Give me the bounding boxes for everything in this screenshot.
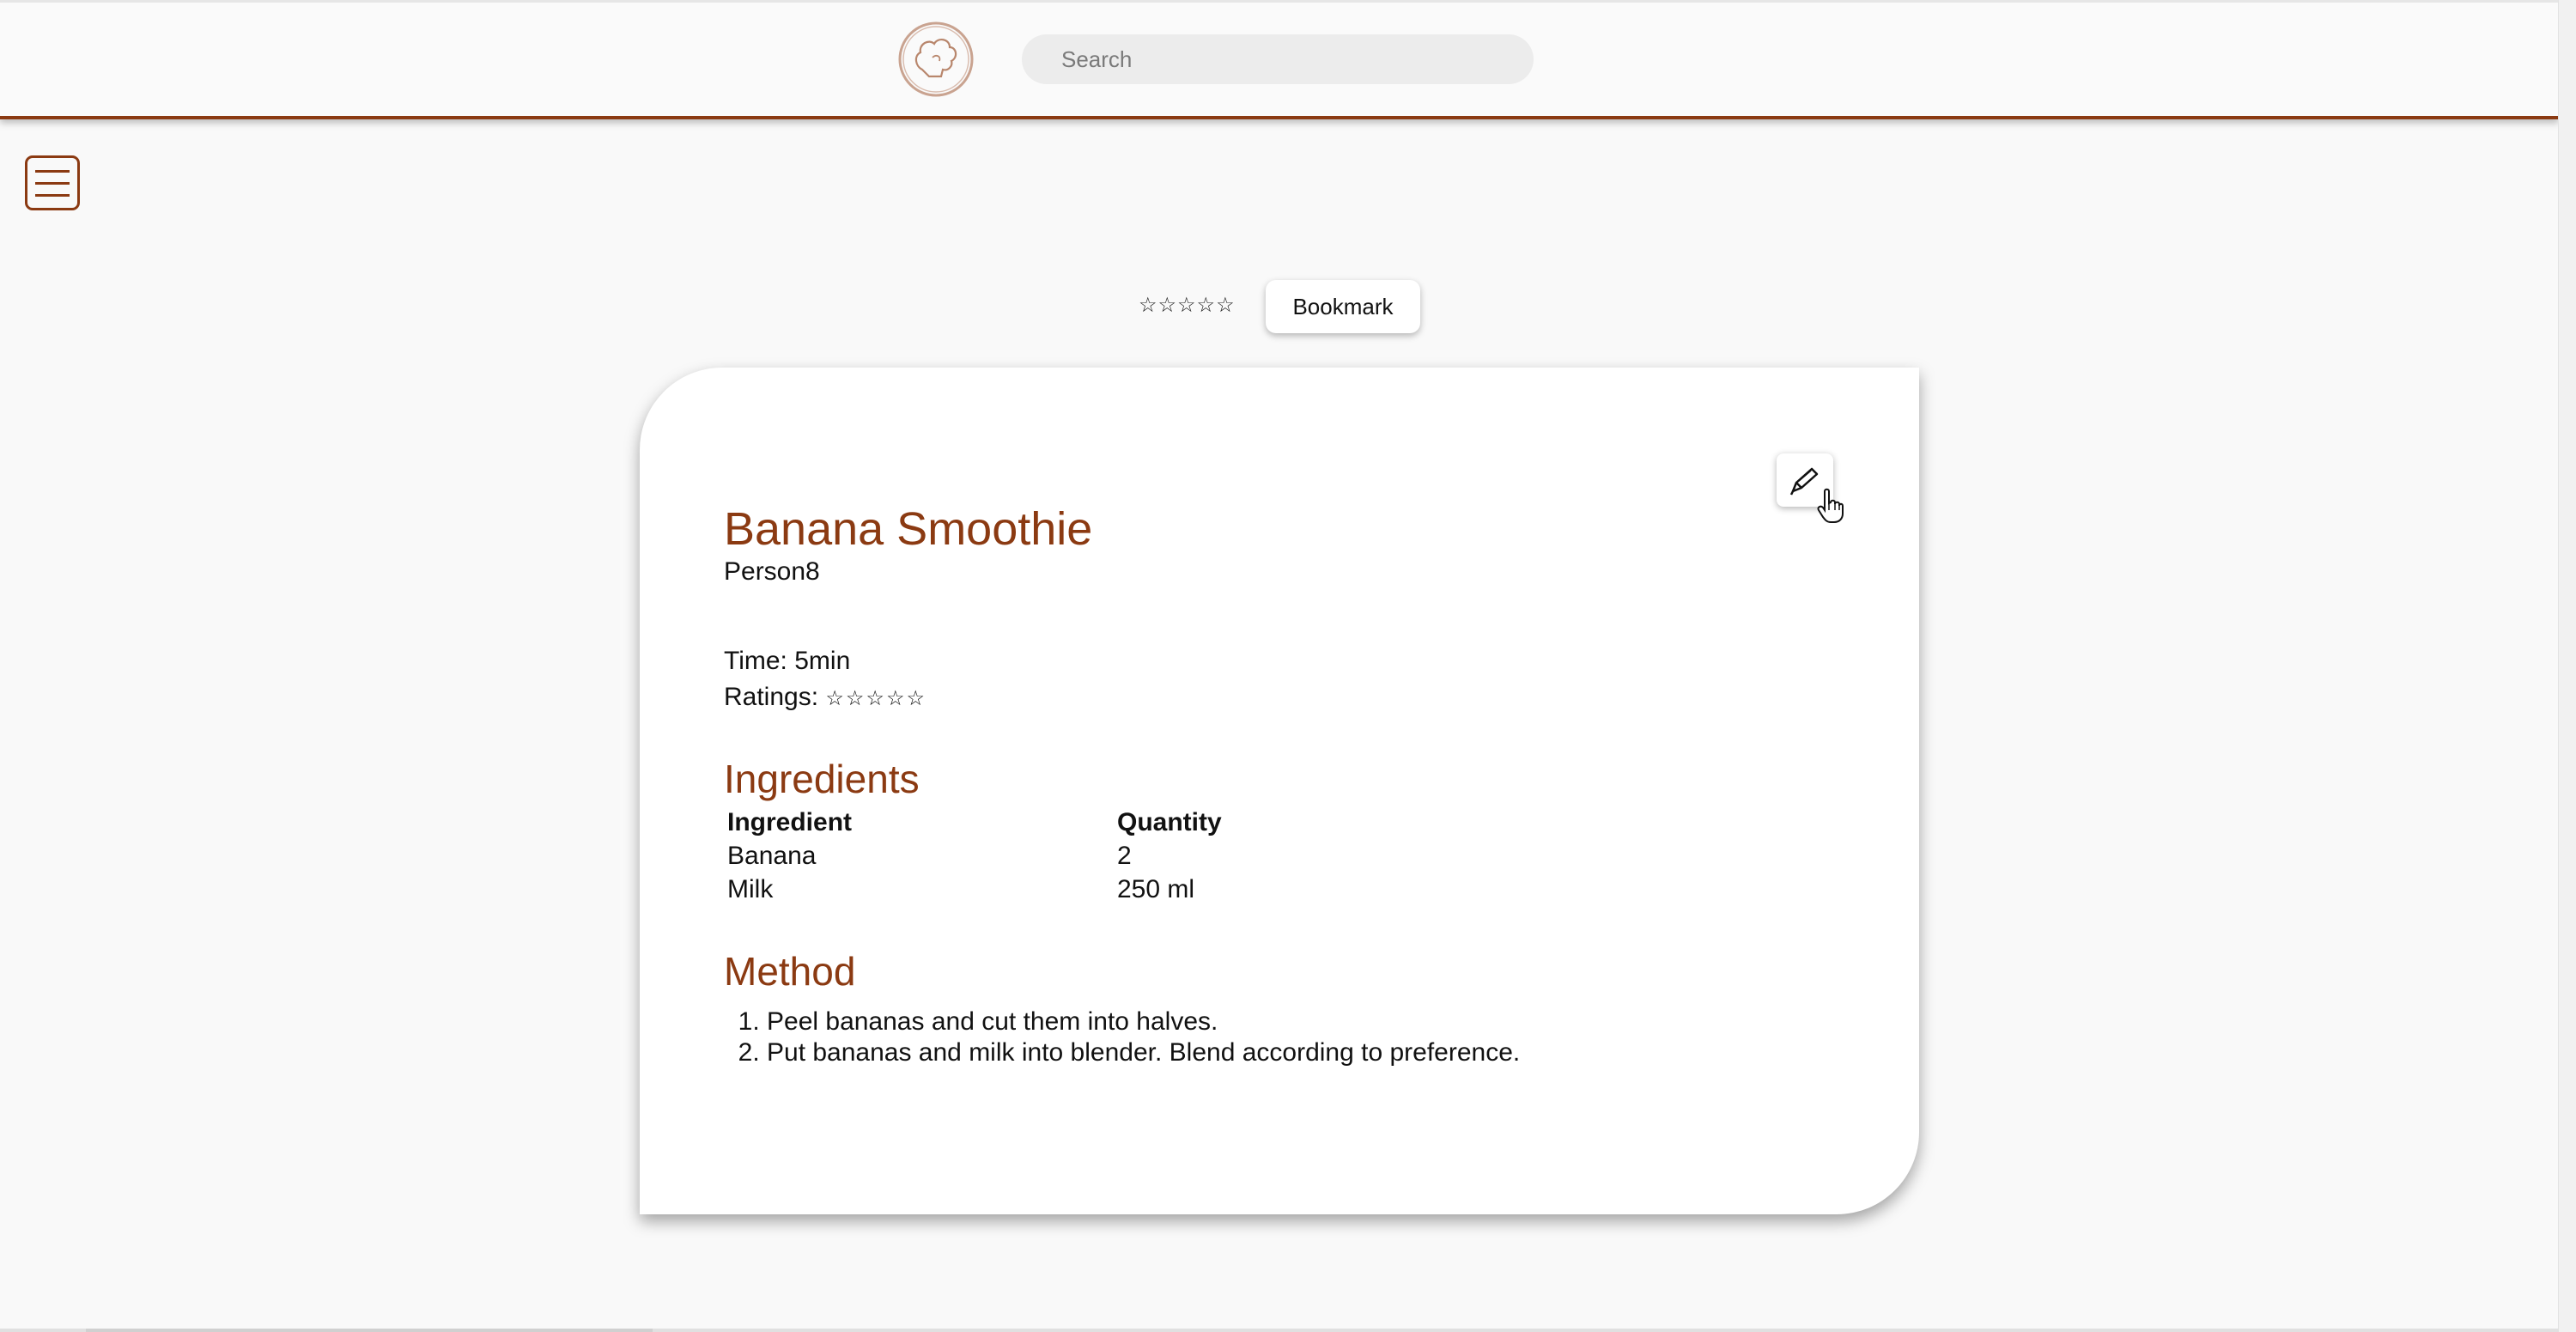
chef-hat-logo-icon[interactable] — [896, 20, 975, 99]
ingredient-name: Milk — [727, 874, 774, 903]
bottom-scrollbar[interactable] — [0, 1329, 2559, 1332]
table-header-row: Ingredient Quantity — [724, 806, 1225, 839]
menu-bar-line — [35, 182, 70, 185]
ingredients-table: Ingredient Quantity Banana 2 Milk 250 ml — [724, 806, 1225, 906]
ratings-label: Ratings: — [724, 683, 826, 711]
scrollbar-thumb[interactable] — [86, 1329, 653, 1332]
ingredient-quantity: 2 — [1117, 841, 1132, 870]
recipe-author: Person8 — [724, 557, 820, 586]
recipe-card: Banana Smoothie Person8 Time: 5min Ratin… — [640, 368, 1919, 1214]
method-step: Put bananas and milk into blender. Blend… — [767, 1037, 1520, 1068]
hamburger-menu-button[interactable] — [25, 155, 80, 210]
time-label: Time: — [724, 647, 795, 675]
table-header-quantity: Quantity — [1117, 807, 1222, 836]
ratings-row: Ratings: ☆☆☆☆☆ — [724, 682, 927, 715]
rating-stars-input[interactable]: ☆☆☆☆☆ — [1139, 290, 1236, 321]
hand-pointer-icon — [1817, 488, 1844, 523]
ratings-stars: ☆☆☆☆☆ — [825, 687, 927, 710]
table-row: Milk 250 ml — [724, 873, 1225, 906]
prep-time: Time: 5min — [724, 646, 850, 677]
table-row: Banana 2 — [724, 839, 1225, 873]
table-header-ingredient: Ingredient — [727, 807, 853, 836]
recipe-page: ☆☆☆☆☆ Bookmark Banana Smoothie Person8 T… — [0, 0, 2576, 1332]
method-steps-list: Peel bananas and cut them into halves. P… — [724, 1007, 1520, 1068]
method-step: Peel bananas and cut them into halves. — [767, 1007, 1520, 1037]
top-navigation-bar — [0, 0, 2559, 119]
time-value: 5min — [794, 647, 851, 675]
bookmark-button[interactable]: Bookmark — [1266, 280, 1420, 333]
method-heading: Method — [724, 949, 856, 994]
ingredient-name: Banana — [727, 841, 817, 870]
ingredient-quantity: 250 ml — [1117, 874, 1195, 903]
vertical-scrollbar[interactable] — [2558, 0, 2576, 1332]
ingredients-heading: Ingredients — [724, 757, 920, 801]
recipe-title: Banana Smoothie — [724, 503, 1093, 555]
search-input[interactable] — [1022, 34, 1534, 84]
menu-bar-line — [35, 194, 70, 197]
menu-bar-line — [35, 170, 70, 173]
